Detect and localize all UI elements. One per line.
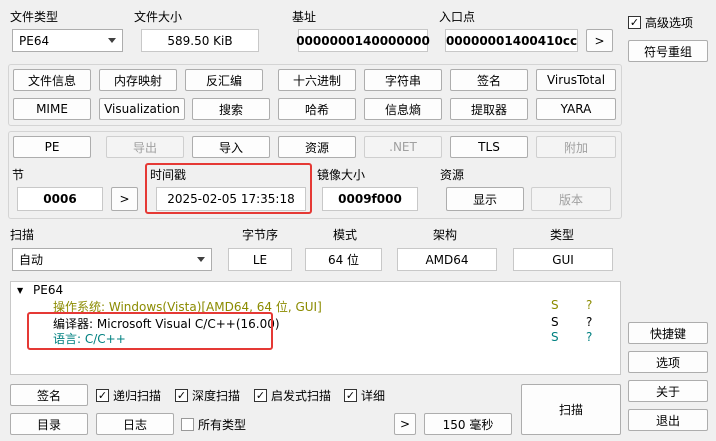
strings-button[interactable]: 字符串: [364, 69, 442, 91]
visualization-button[interactable]: Visualization: [99, 98, 185, 120]
all-types-checkbox[interactable]: 所有类型: [181, 416, 246, 433]
resources-label: 资源: [440, 168, 465, 182]
type-field: GUI: [513, 248, 613, 271]
export-button[interactable]: 导出: [106, 136, 184, 158]
section-label: 节: [12, 168, 25, 182]
exit-button[interactable]: 退出: [628, 409, 708, 431]
language-detection-text: 语言: C/C++: [53, 332, 126, 346]
dotnet-button[interactable]: .NET: [364, 136, 442, 158]
file-type-value: PE64: [19, 33, 50, 48]
tree-row-compiler[interactable]: 编译器: Microsoft Visual C/C++(16.00) S ?: [11, 315, 620, 331]
about-button[interactable]: 关于: [628, 380, 708, 402]
entry-point-field[interactable]: 00000001400410cc: [445, 29, 578, 52]
advanced-options-checkbox[interactable]: ✓ 高级选项: [628, 14, 693, 31]
timestamp-label: 时间戳: [150, 168, 187, 182]
resources-button[interactable]: 资源: [278, 136, 356, 158]
time-more-button[interactable]: >: [394, 413, 416, 435]
disassembly-button[interactable]: 反汇编: [185, 69, 263, 91]
recursive-scan-label: 递归扫描: [113, 389, 162, 403]
collapse-triangle-icon[interactable]: ▼: [17, 283, 23, 299]
signatures-button[interactable]: 签名: [450, 69, 528, 91]
mode-label: 模式: [333, 228, 358, 242]
check-icon: ✓: [344, 389, 357, 402]
overlay-button[interactable]: 附加: [536, 136, 616, 158]
options-button[interactable]: 选项: [628, 351, 708, 373]
os-signature-flag: S: [551, 298, 559, 312]
endian-label: 字节序: [242, 228, 279, 242]
scan-mode-value: 自动: [19, 253, 44, 267]
shortcuts-button[interactable]: 快捷键: [628, 322, 708, 344]
virustotal-button[interactable]: VirusTotal: [536, 69, 616, 91]
language-info-flag[interactable]: ?: [586, 330, 592, 344]
scan-button[interactable]: 扫描: [521, 384, 621, 435]
tree-root-label: PE64: [33, 283, 64, 297]
file-size-field: 589.50 KiB: [141, 29, 259, 52]
architecture-field: AMD64: [397, 248, 497, 271]
check-icon: ✓: [175, 389, 188, 402]
section-count-field: 0006: [17, 187, 103, 211]
all-types-label: 所有类型: [198, 418, 247, 432]
entry-point-more-button[interactable]: >: [586, 29, 613, 52]
entropy-button[interactable]: 信息熵: [364, 98, 442, 120]
tree-root-row[interactable]: ▼ PE64: [11, 283, 620, 299]
compiler-info-flag[interactable]: ?: [586, 315, 592, 329]
heuristic-scan-checkbox[interactable]: ✓ 启发式扫描: [254, 387, 331, 404]
mode-field: 64 位: [305, 248, 382, 271]
import-button[interactable]: 导入: [192, 136, 270, 158]
yara-button[interactable]: YARA: [536, 98, 616, 120]
file-info-button[interactable]: 文件信息: [13, 69, 91, 91]
advanced-options-label: 高级选项: [645, 16, 694, 30]
check-icon: ✓: [96, 389, 109, 402]
hash-button[interactable]: 哈希: [278, 98, 356, 120]
memory-map-button[interactable]: 内存映射: [99, 69, 177, 91]
deep-scan-label: 深度扫描: [192, 389, 241, 403]
show-resources-button[interactable]: 显示: [446, 187, 524, 211]
scan-time-button[interactable]: 150 毫秒: [424, 413, 512, 435]
heuristic-scan-label: 启发式扫描: [271, 389, 332, 403]
deep-scan-checkbox[interactable]: ✓ 深度扫描: [175, 387, 240, 404]
checkbox-empty-icon: [181, 418, 194, 431]
verbose-checkbox[interactable]: ✓ 详细: [344, 387, 385, 404]
tree-row-language[interactable]: 语言: C/C++ S ?: [11, 330, 620, 346]
image-size-label: 镜像大小: [317, 168, 366, 182]
language-signature-flag: S: [551, 330, 559, 344]
os-detection-text: 操作系统: Windows(Vista)[AMD64, 64 位, GUI]: [53, 300, 322, 314]
file-size-label: 文件大小: [134, 10, 183, 24]
symbol-rebuild-button[interactable]: 符号重组: [628, 40, 708, 62]
mime-button[interactable]: MIME: [13, 98, 91, 120]
base-address-field: 0000000140000000: [296, 29, 430, 52]
section-more-button[interactable]: >: [111, 187, 138, 211]
chevron-down-icon: [197, 257, 205, 262]
base-address-label: 基址: [292, 10, 317, 24]
recursive-scan-checkbox[interactable]: ✓ 递归扫描: [96, 387, 161, 404]
os-info-flag[interactable]: ?: [586, 298, 592, 312]
detection-results-tree[interactable]: ▼ PE64 操作系统: Windows(Vista)[AMD64, 64 位,…: [10, 281, 621, 375]
scan-label: 扫描: [10, 228, 35, 242]
architecture-label: 架构: [433, 228, 458, 242]
pe-button[interactable]: PE: [13, 136, 91, 158]
entry-point-label: 入口点: [439, 10, 476, 24]
extractor-button[interactable]: 提取器: [450, 98, 528, 120]
signatures-bottom-button[interactable]: 签名: [10, 384, 88, 406]
endian-field: LE: [228, 248, 292, 271]
check-icon: ✓: [254, 389, 267, 402]
verbose-label: 详细: [361, 389, 386, 403]
log-button[interactable]: 日志: [96, 413, 174, 435]
directory-button[interactable]: 目录: [10, 413, 88, 435]
version-button[interactable]: 版本: [531, 187, 611, 211]
chevron-down-icon: [108, 38, 116, 43]
tree-row-os[interactable]: 操作系统: Windows(Vista)[AMD64, 64 位, GUI] S…: [11, 298, 620, 314]
file-type-select[interactable]: PE64: [12, 29, 123, 52]
image-size-field: 0009f000: [322, 187, 418, 211]
type-label: 类型: [550, 228, 575, 242]
file-type-label: 文件类型: [10, 10, 59, 24]
compiler-signature-flag: S: [551, 315, 559, 329]
check-icon: ✓: [628, 16, 641, 29]
scan-mode-select[interactable]: 自动: [12, 248, 212, 271]
timestamp-field: 2025-02-05 17:35:18: [156, 187, 306, 211]
hex-button[interactable]: 十六进制: [278, 69, 356, 91]
tls-button[interactable]: TLS: [450, 136, 528, 158]
search-button[interactable]: 搜索: [192, 98, 270, 120]
